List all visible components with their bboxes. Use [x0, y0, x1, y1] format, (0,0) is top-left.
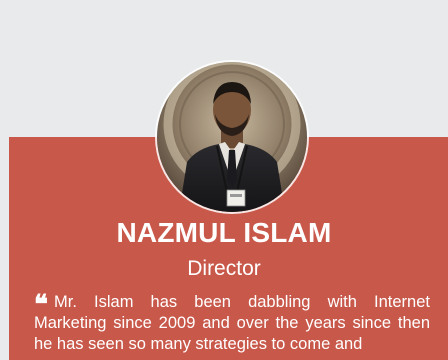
avatar: [157, 62, 307, 212]
testimonial-section: NAZMUL ISLAM Director ❝ Mr. Islam has bee…: [0, 0, 448, 360]
person-name: NAZMUL ISLAM: [116, 217, 332, 248]
profile-photo: [157, 62, 307, 212]
testimonial-quote: ❝ Mr. Islam has been dabbling with Intern…: [34, 292, 430, 355]
person-title: Director: [187, 257, 261, 280]
quote-text: Mr. Islam has been dabbling with Interne…: [34, 293, 430, 353]
